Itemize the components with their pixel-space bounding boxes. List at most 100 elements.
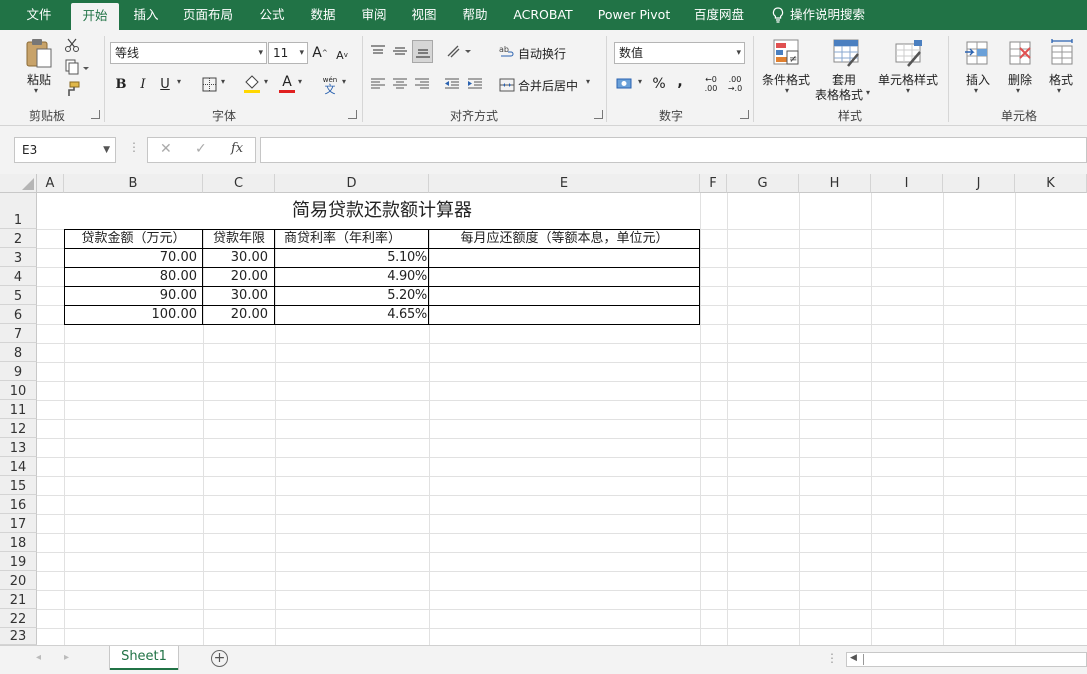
row-header-12[interactable]: 12 [0,419,37,438]
row-header-6[interactable]: 6 [0,305,37,324]
merge-center-button[interactable]: 合并后居中 [518,77,578,94]
cell-e4[interactable] [430,268,699,286]
copy-button[interactable] [62,58,92,76]
row-header-20[interactable]: 20 [0,571,37,590]
cell-e6[interactable] [430,306,699,324]
font-color-button[interactable]: A [278,72,296,96]
number-format-select[interactable]: 数值 ▾ [614,42,745,64]
cell-c6[interactable]: 20.00 [204,306,268,324]
row-header-21[interactable]: 21 [0,590,37,609]
delete-dropdown-arrow[interactable]: ▾ [1016,86,1020,95]
underline-button[interactable]: U [157,74,173,94]
row-header-9[interactable]: 9 [0,362,37,381]
worksheet-grid[interactable]: A B C D E F G H I J K 1 2 3 4 5 6 7 8 9 … [0,174,1087,645]
cell-d4[interactable]: 4.90% [276,268,427,286]
conditional-formatting-icon-btn[interactable]: ≠ [770,36,804,70]
paste-button[interactable] [22,36,56,70]
row-header-4[interactable]: 4 [0,267,37,286]
format-cells-icon-btn[interactable] [1047,36,1077,70]
column-header-d[interactable]: D [275,174,429,193]
select-all-corner[interactable] [0,174,37,193]
cell-c4[interactable]: 20.00 [204,268,268,286]
header-interest-rate[interactable]: 商贷利率（年利率） [276,230,428,248]
cell-styles-icon-btn[interactable] [892,36,926,70]
row-header-17[interactable]: 17 [0,514,37,533]
tab-power-pivot[interactable]: Power Pivot [592,0,676,30]
merge-dropdown-arrow[interactable]: ▾ [586,77,590,86]
merge-center-icon-btn[interactable] [498,76,516,94]
column-header-h[interactable]: H [799,174,871,193]
align-right-button[interactable] [412,74,432,94]
format-as-table-icon-btn[interactable] [830,36,864,70]
increase-indent-button[interactable] [465,74,485,94]
paste-dropdown-arrow[interactable]: ▾ [34,86,38,95]
cut-button[interactable] [62,36,82,54]
bold-button[interactable]: B [113,74,129,94]
insert-dropdown-arrow[interactable]: ▾ [974,86,978,95]
decrease-indent-button[interactable] [442,74,462,94]
increase-font-size-button[interactable]: A ^ [312,43,328,63]
row-header-8[interactable]: 8 [0,343,37,362]
insert-cells-icon-btn[interactable] [962,36,992,70]
row-header-1[interactable]: 1 [0,193,37,229]
align-left-button[interactable] [368,74,388,94]
row-header-16[interactable]: 16 [0,495,37,514]
scroll-left-arrow-icon[interactable]: ◀ [850,653,857,663]
tab-acrobat[interactable]: ACROBAT [506,0,580,30]
row-header-23[interactable]: 23 [0,628,37,645]
delete-cells-icon-btn[interactable] [1005,36,1035,70]
format-dropdown-arrow[interactable]: ▾ [1057,86,1061,95]
row-header-18[interactable]: 18 [0,533,37,552]
borders-dropdown-arrow[interactable]: ▾ [221,77,225,86]
tab-formulas[interactable]: 公式 [252,0,292,30]
font-name-select[interactable]: 等线 ▾ [110,42,267,64]
row-header-3[interactable]: 3 [0,248,37,267]
formula-input[interactable] [260,137,1087,163]
fill-color-button[interactable] [242,73,262,95]
cell-b5[interactable]: 90.00 [65,287,197,305]
tell-me-search[interactable]: 操作说明搜索 [766,0,876,30]
column-header-i[interactable]: I [871,174,943,193]
cond-dropdown-arrow[interactable]: ▾ [785,86,789,95]
cell-e3[interactable] [430,249,699,267]
decrease-decimal-button[interactable]: .00 →.0 [724,73,746,95]
cell-d3[interactable]: 5.10% [276,249,427,267]
align-middle-button[interactable] [390,40,410,62]
scroll-sheets-right-icon[interactable]: ▸ [64,652,69,663]
name-box[interactable]: E3 ▼ [14,137,116,163]
font-dialog-launcher[interactable] [348,110,357,119]
font-color-dropdown-arrow[interactable]: ▾ [298,77,302,86]
tab-split-handle[interactable]: ⋮ [826,651,838,665]
wrap-text-icon-btn[interactable]: ab [498,42,516,62]
tab-view[interactable]: 视图 [404,0,444,30]
tab-file[interactable]: 文件 [14,0,64,30]
column-header-g[interactable]: G [727,174,799,193]
align-bottom-button[interactable] [412,40,433,63]
row-header-11[interactable]: 11 [0,400,37,419]
wrap-text-button[interactable]: 自动换行 [518,45,566,62]
decrease-font-size-button[interactable]: Av [334,45,350,65]
font-size-select[interactable]: 11 ▾ [268,42,308,64]
tab-home[interactable]: 开始 [71,3,119,30]
format-painter-button[interactable] [62,80,82,98]
number-dialog-launcher[interactable] [740,110,749,119]
column-header-f[interactable]: F [700,174,727,193]
comma-style-button[interactable]: , [674,72,686,92]
cell-styles-dropdown-arrow[interactable]: ▾ [906,86,910,95]
row-header-10[interactable]: 10 [0,381,37,400]
alignment-dialog-launcher[interactable] [594,110,603,119]
cell-d5[interactable]: 5.20% [276,287,427,305]
clipboard-dialog-launcher[interactable] [91,110,100,119]
cell-d6[interactable]: 4.65% [276,306,427,324]
row-header-2[interactable]: 2 [0,229,37,248]
orientation-button[interactable] [444,40,474,62]
insert-function-button[interactable]: fx [231,141,243,156]
column-header-a[interactable]: A [37,174,64,193]
percent-style-button[interactable]: % [651,74,667,94]
row-header-13[interactable]: 13 [0,438,37,457]
tab-help[interactable]: 帮助 [455,0,495,30]
align-center-button[interactable] [390,74,410,94]
tab-insert[interactable]: 插入 [126,0,166,30]
formula-bar-grip[interactable]: ⋮ [128,140,140,154]
cell-c5[interactable]: 30.00 [204,287,268,305]
